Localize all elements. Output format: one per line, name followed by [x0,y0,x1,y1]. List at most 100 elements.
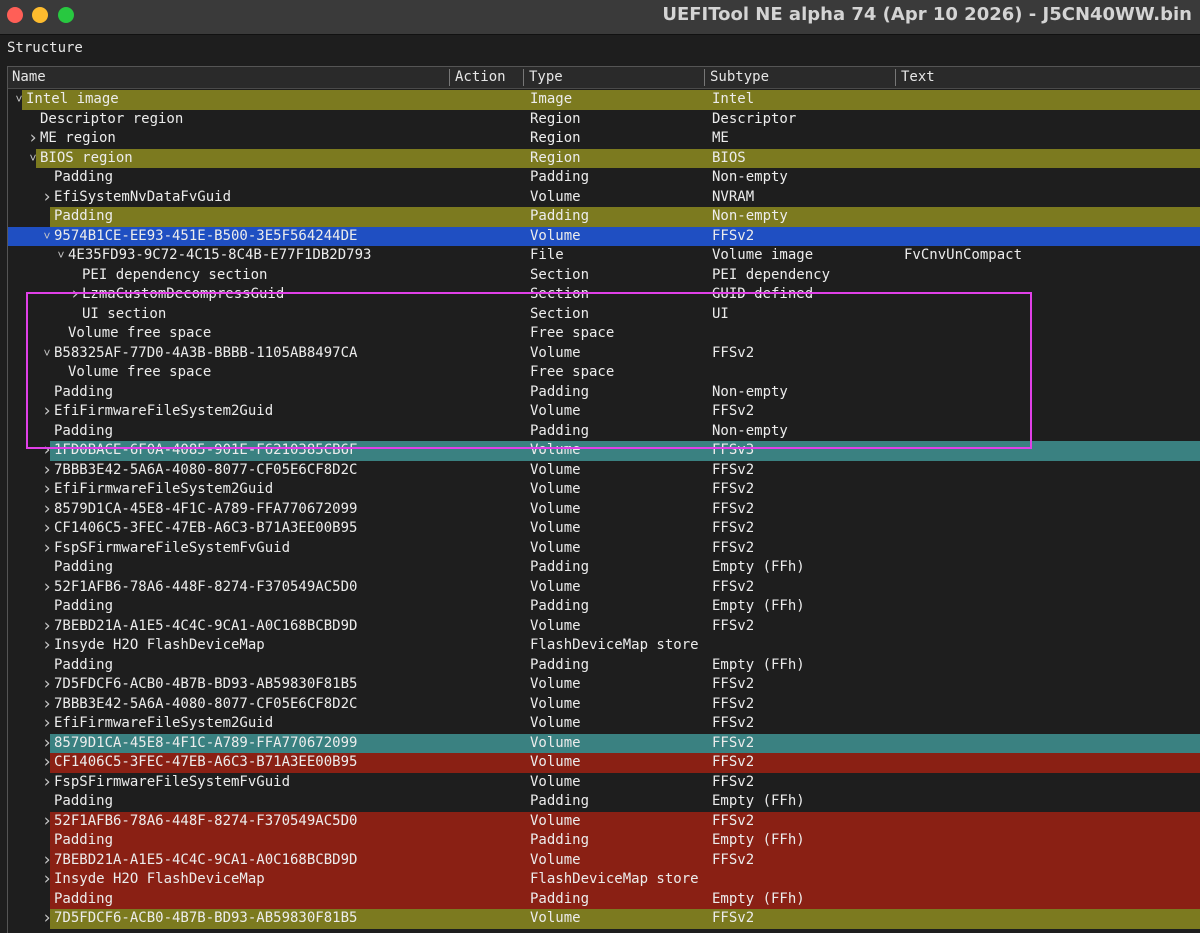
chevron-down-icon[interactable]: ˅ [55,246,67,266]
cell-name: B58325AF-77D0-4A3B-BBBB-1105AB8497CA [54,344,358,361]
tree-row[interactable]: › EfiSystemNvDataFvGuid Volume NVRAM [8,187,1200,208]
chevron-right-icon[interactable]: › [41,616,53,637]
cell-subtype: Empty (FFh) [712,598,805,614]
chevron-right-icon[interactable]: › [41,479,53,500]
cell-name: Insyde H2O FlashDeviceMap [54,637,265,653]
close-window-button[interactable] [7,7,23,23]
tree-row[interactable]: › ME region Region ME [8,128,1200,149]
tree-row[interactable]: Padding Padding Non-empty [8,422,1200,442]
column-header-name[interactable]: Name [12,69,46,85]
tree-row[interactable]: UI section Section UI [8,305,1200,325]
cell-type: Free space [530,364,615,380]
chevron-down-icon[interactable]: ˅ [41,344,53,364]
tree-row[interactable]: Padding Padding Non-empty [8,168,1200,188]
tree-row[interactable]: › FspSFirmwareFileSystemFvGuid Volume FFSv2 [8,772,1200,793]
chevron-down-icon[interactable]: ˅ [13,90,25,110]
column-header-action[interactable]: Action [455,69,506,85]
tree-row[interactable]: Padding Padding Empty (FFh) [8,597,1200,617]
column-divider[interactable] [704,69,705,86]
column-divider[interactable] [523,69,524,86]
tree-row[interactable]: › LzmaCustomDecompressGuid Section GUID def… [8,284,1200,305]
tree-row[interactable]: › 7D5FDCF6-ACB0-4B7B-BD93-AB59830F81B5 Vol… [8,908,1200,929]
chevron-right-icon[interactable]: › [41,635,53,656]
chevron-right-icon[interactable]: › [41,869,53,890]
tree-row[interactable]: ˅ 9574B1CE-EE93-451E-B500-3E5F564244DE Vol… [8,226,1200,247]
cell-name: Padding [54,383,114,400]
chevron-right-icon[interactable]: › [41,811,53,832]
tree-row[interactable]: Volume free space Free space [8,363,1200,383]
tree-row[interactable]: › Insyde H2O FlashDeviceMap FlashDeviceMap… [8,869,1200,890]
tree-row[interactable]: › 52F1AFB6-78A6-448F-8274-F370549AC5D0 Vol… [8,577,1200,598]
chevron-right-icon[interactable]: › [27,128,39,149]
tree-row[interactable]: ˅ Intel image Image Intel [8,90,1200,110]
tree-row[interactable]: › EfiFirmwareFileSystem2Guid Volume FFSv2 [8,479,1200,500]
chevron-right-icon[interactable]: › [69,284,81,305]
tree-row[interactable]: Padding Padding Non-empty [8,383,1200,403]
tree-row[interactable]: Padding Padding Empty (FFh) [8,792,1200,812]
tree-row[interactable]: Padding Padding Non-empty [8,207,1200,227]
chevron-right-icon[interactable]: › [41,694,53,715]
tree-row[interactable]: › 52F1AFB6-78A6-448F-8274-F370549AC5D0 Vol… [8,811,1200,832]
chevron-right-icon[interactable]: › [41,460,53,481]
title-bar: UEFITool NE alpha 74 (Apr 10 2026) - J5C… [0,0,1200,35]
tree-row[interactable]: PEI dependency section Section PEI depende… [8,266,1200,286]
tree-row[interactable]: › 1FD0BACE-6F0A-4085-901E-F6210385CB6F Vol… [8,440,1200,461]
chevron-right-icon[interactable]: › [41,518,53,539]
tree-row[interactable]: › 7BBB3E42-5A6A-4080-8077-CF05E6CF8D2C Vol… [8,460,1200,481]
chevron-right-icon[interactable]: › [41,538,53,559]
tree-row[interactable]: › CF1406C5-3FEC-47EB-A6C3-B71A3EE00B95 Vol… [8,518,1200,539]
tree-row[interactable]: ˅ 4E35FD93-9C72-4C15-8C4B-E77F1DB2D793 Fil… [8,246,1200,266]
column-header-text[interactable]: Text [901,69,935,85]
tree-row[interactable]: › 7BEBD21A-A1E5-4C4C-9CA1-A0C168BCBD9D Vol… [8,616,1200,637]
tree-row[interactable]: ˅ BIOS region Region BIOS [8,148,1200,169]
tree-row[interactable]: › Insyde H2O FlashDeviceMap FlashDeviceMap… [8,635,1200,656]
tree-row[interactable]: Padding Padding Empty (FFh) [8,558,1200,578]
cell-name: FspSFirmwareFileSystemFvGuid [54,773,291,790]
tree-row[interactable]: Padding Padding Empty (FFh) [8,889,1200,909]
cell-subtype: BIOS [712,149,746,166]
tree-row[interactable]: Padding Padding Empty (FFh) [8,831,1200,851]
zoom-window-button[interactable] [58,7,74,23]
cell-subtype: Volume image [712,247,814,263]
tree-row[interactable]: Descriptor region Region Descriptor [8,110,1200,130]
cell-subtype: FFSv2 [712,617,755,634]
tree-row[interactable]: › 8579D1CA-45E8-4F1C-A789-FFA770672099 Vol… [8,733,1200,754]
tree-row[interactable]: › 7BEBD21A-A1E5-4C4C-9CA1-A0C168BCBD9D Vol… [8,850,1200,871]
tree-row[interactable]: › EfiFirmwareFileSystem2Guid Volume FFSv2 [8,713,1200,734]
chevron-right-icon[interactable]: › [41,499,53,520]
chevron-right-icon[interactable]: › [41,850,53,871]
cell-name: 7BEBD21A-A1E5-4C4C-9CA1-A0C168BCBD9D [54,851,358,868]
chevron-down-icon[interactable]: ˅ [27,149,39,169]
chevron-right-icon[interactable]: › [41,674,53,695]
minimize-window-button[interactable] [32,7,48,23]
tree-row[interactable]: › 7D5FDCF6-ACB0-4B7B-BD93-AB59830F81B5 Vol… [8,674,1200,695]
chevron-right-icon[interactable]: › [41,187,53,208]
chevron-right-icon[interactable]: › [41,772,53,793]
column-divider[interactable] [449,69,450,86]
cell-name: Padding [54,422,114,439]
chevron-right-icon[interactable]: › [41,440,53,461]
chevron-right-icon[interactable]: › [41,752,53,773]
tree-row[interactable]: Padding Padding Empty (FFh) [8,656,1200,676]
column-divider[interactable] [895,69,896,86]
structure-tree[interactable]: Name Action Type Subtype Text ˅ Intel ima… [7,66,1200,933]
chevron-right-icon[interactable]: › [41,577,53,598]
tree-header: Name Action Type Subtype Text [8,67,1200,89]
chevron-right-icon[interactable]: › [41,733,53,754]
cell-name: 8579D1CA-45E8-4F1C-A789-FFA770672099 [54,500,358,517]
chevron-down-icon[interactable]: ˅ [41,227,53,247]
tree-row[interactable]: ˅ B58325AF-77D0-4A3B-BBBB-1105AB8497CA Vol… [8,344,1200,364]
tree-row[interactable]: › EfiFirmwareFileSystem2Guid Volume FFSv2 [8,401,1200,422]
chevron-right-icon[interactable]: › [41,713,53,734]
cell-name: Padding [54,656,114,673]
tree-row[interactable]: › FspSFirmwareFileSystemFvGuid Volume FFSv2 [8,538,1200,559]
tree-row[interactable]: › CF1406C5-3FEC-47EB-A6C3-B71A3EE00B95 Vol… [8,752,1200,773]
column-header-subtype[interactable]: Subtype [710,69,769,85]
chevron-right-icon[interactable]: › [41,401,53,422]
tree-row[interactable]: Volume free space Free space [8,324,1200,344]
tree-row[interactable]: › 7BBB3E42-5A6A-4080-8077-CF05E6CF8D2C Vol… [8,694,1200,715]
tree-row[interactable]: › 8579D1CA-45E8-4F1C-A789-FFA770672099 Vol… [8,499,1200,520]
cell-subtype: FFSv2 [712,500,755,517]
chevron-right-icon[interactable]: › [41,908,53,929]
column-header-type[interactable]: Type [529,69,563,85]
